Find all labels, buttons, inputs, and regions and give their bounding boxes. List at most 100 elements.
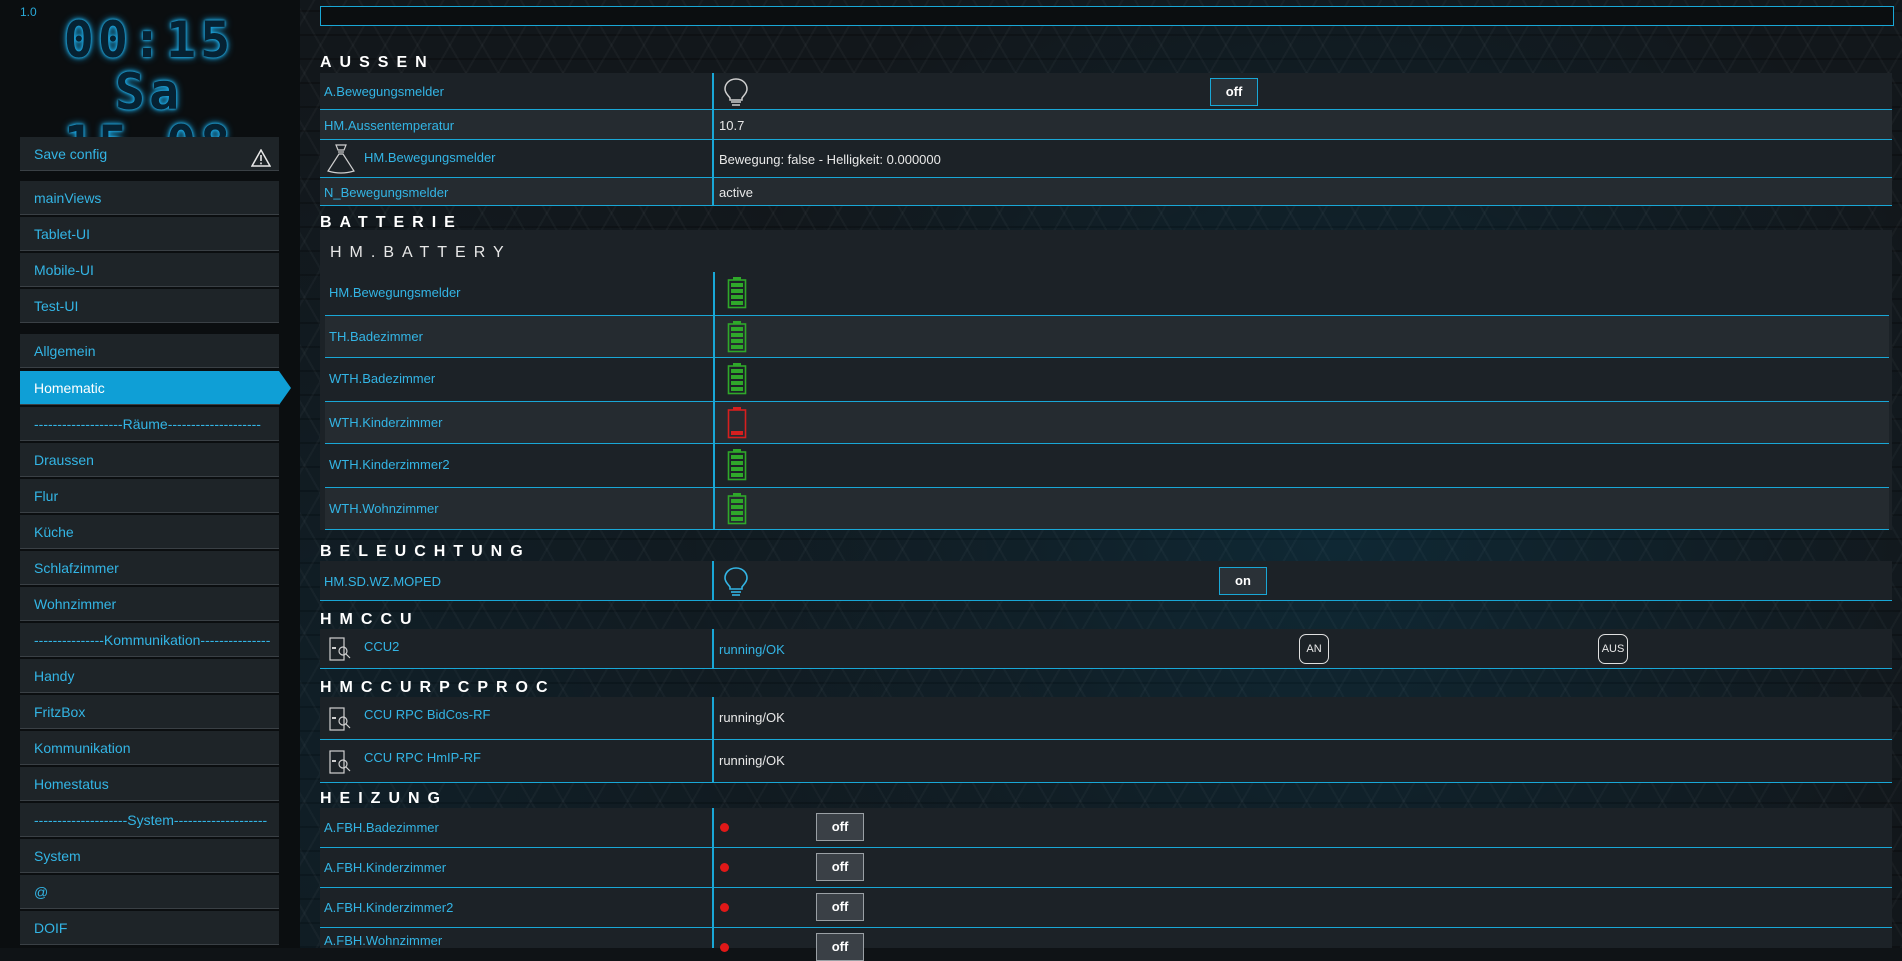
sidebar-item-test-ui[interactable]: Test-UI bbox=[20, 289, 279, 323]
sidebar-item-homestatus[interactable]: Homestatus bbox=[20, 767, 279, 801]
section-title-beleuchtung: BELEUCHTUNG bbox=[320, 543, 531, 560]
device-name[interactable]: N_Bewegungsmelder bbox=[324, 185, 448, 200]
status-dot-icon bbox=[720, 823, 729, 832]
sidebar-item-label: mainViews bbox=[34, 190, 102, 206]
device-name[interactable]: WTH.Wohnzimmer bbox=[329, 501, 439, 516]
sidebar-item-system[interactable]: System bbox=[20, 839, 279, 873]
column-separator bbox=[712, 808, 714, 847]
column-separator bbox=[712, 629, 714, 668]
sidebar-item-label: Wohnzimmer bbox=[34, 596, 117, 612]
column-separator bbox=[712, 888, 714, 927]
sidebar-item-label: Handy bbox=[34, 668, 75, 684]
sidebar-item-kommunikation[interactable]: Kommunikation bbox=[20, 731, 279, 765]
off-button[interactable]: off bbox=[816, 893, 864, 921]
sidebar-item-label: @ bbox=[34, 884, 49, 900]
sidebar-item-label: ---------------Kommunikation------------… bbox=[34, 632, 271, 648]
sidebar-item-tablet-ui[interactable]: Tablet-UI bbox=[20, 217, 279, 251]
off-button[interactable]: off bbox=[816, 853, 864, 881]
ccu-device-icon bbox=[329, 750, 351, 774]
table-row: A.FBH.Badezimmer off bbox=[320, 808, 1892, 848]
sidebar-item-allgemein[interactable]: Allgemein bbox=[20, 334, 279, 368]
device-name[interactable]: HM.Aussentemperatur bbox=[324, 118, 454, 133]
sidebar-item-draussen[interactable]: Draussen bbox=[20, 443, 279, 477]
column-separator bbox=[712, 697, 714, 739]
sidebar-item-at[interactable]: @ bbox=[20, 875, 279, 909]
sidebar-item-label: System bbox=[34, 848, 81, 864]
device-name[interactable]: A.FBH.Wohnzimmer bbox=[324, 933, 442, 948]
an-button[interactable]: AN bbox=[1299, 634, 1329, 664]
battery-row: WTH.Kinderzimmer bbox=[325, 401, 1889, 444]
sidebar-divider-system[interactable]: --------------------System--------------… bbox=[20, 803, 279, 837]
device-name[interactable]: A.FBH.Badezimmer bbox=[324, 820, 439, 835]
device-status: running/OK bbox=[719, 753, 785, 768]
device-value: 10.7 bbox=[719, 118, 745, 133]
device-name[interactable]: HM.Bewegungsmelder bbox=[364, 150, 496, 165]
column-separator bbox=[713, 444, 715, 487]
table-row: CCU RPC BidCos-RF running/OK bbox=[320, 697, 1892, 740]
save-config-button[interactable]: Save config bbox=[20, 137, 279, 171]
column-separator bbox=[713, 402, 715, 443]
sidebar-item-mainviews[interactable]: mainViews bbox=[20, 181, 279, 215]
off-button[interactable]: off bbox=[1210, 78, 1258, 106]
table-row: A.FBH.Kinderzimmer off bbox=[320, 848, 1892, 888]
device-name[interactable]: TH.Badezimmer bbox=[329, 329, 423, 344]
device-status: running/OK bbox=[719, 710, 785, 725]
column-separator bbox=[712, 740, 714, 782]
column-separator bbox=[712, 561, 714, 600]
off-button[interactable]: off bbox=[816, 813, 864, 841]
sidebar-item-schlafzimmer[interactable]: Schlafzimmer bbox=[20, 551, 279, 585]
aus-button[interactable]: AUS bbox=[1598, 634, 1628, 664]
sidebar-item-fritzbox[interactable]: FritzBox bbox=[20, 695, 279, 729]
bulb-off-icon bbox=[724, 78, 748, 106]
device-name[interactable]: CCU RPC BidCos-RF bbox=[364, 707, 490, 722]
table-row: HM.SD.WZ.MOPED on bbox=[320, 561, 1892, 601]
column-separator bbox=[712, 110, 714, 139]
table-row: A.Bewegungsmelder off bbox=[320, 73, 1892, 110]
column-separator bbox=[712, 178, 714, 205]
column-separator bbox=[712, 73, 714, 109]
command-input[interactable] bbox=[320, 6, 1894, 26]
sidebar-item-mobile-ui[interactable]: Mobile-UI bbox=[20, 253, 279, 287]
battery-full-icon bbox=[727, 449, 747, 481]
sidebar: 1.0 00:15 Sa 15.08 Save config mainViews… bbox=[0, 0, 300, 948]
sidebar-item-doif[interactable]: DOIF bbox=[20, 911, 279, 945]
sidebar-divider-raeume[interactable]: -------------------Räume----------------… bbox=[20, 407, 279, 441]
sidebar-item-handy[interactable]: Handy bbox=[20, 659, 279, 693]
device-name[interactable]: A.Bewegungsmelder bbox=[324, 84, 444, 99]
column-separator bbox=[712, 848, 714, 887]
column-separator bbox=[712, 140, 714, 177]
sidebar-item-label: Flur bbox=[34, 488, 59, 504]
battery-full-icon bbox=[727, 363, 747, 395]
device-value: active bbox=[719, 185, 753, 200]
device-name[interactable]: WTH.Badezimmer bbox=[329, 371, 435, 386]
sidebar-item-label: Homestatus bbox=[34, 776, 109, 792]
battery-row: WTH.Wohnzimmer bbox=[325, 487, 1889, 530]
sidebar-item-flur[interactable]: Flur bbox=[20, 479, 279, 513]
sidebar-item-homematic[interactable]: Homematic bbox=[20, 371, 291, 405]
sidebar-item-kueche[interactable]: Küche bbox=[20, 515, 279, 549]
battery-row: WTH.Badezimmer bbox=[325, 358, 1889, 401]
device-name[interactable]: CCU2 bbox=[364, 639, 399, 654]
off-button[interactable]: off bbox=[816, 933, 864, 961]
sidebar-item-wohnzimmer[interactable]: Wohnzimmer bbox=[20, 587, 279, 621]
sidebar-item-label: Kommunikation bbox=[34, 740, 131, 756]
section-title-hmccu: HMCCU bbox=[320, 611, 420, 628]
column-separator bbox=[713, 488, 715, 529]
sidebar-item-label: Draussen bbox=[34, 452, 94, 468]
section-title-hmccurpcproc: HMCCURPCPROC bbox=[320, 679, 556, 696]
sidebar-item-label: Küche bbox=[34, 524, 74, 540]
clock-time: 00:15 bbox=[63, 11, 235, 69]
on-button[interactable]: on bbox=[1219, 567, 1267, 595]
device-name[interactable]: CCU RPC HmIP-RF bbox=[364, 750, 481, 765]
device-name[interactable]: WTH.Kinderzimmer bbox=[329, 415, 442, 430]
sidebar-divider-kommunikation[interactable]: ---------------Kommunikation------------… bbox=[20, 623, 279, 657]
device-name[interactable]: A.FBH.Kinderzimmer bbox=[324, 860, 446, 875]
battery-row: HM.Bewegungsmelder bbox=[325, 272, 1889, 315]
device-name[interactable]: A.FBH.Kinderzimmer2 bbox=[324, 900, 453, 915]
device-name[interactable]: HM.Bewegungsmelder bbox=[329, 285, 461, 300]
status-dot-icon bbox=[720, 903, 729, 912]
device-name[interactable]: WTH.Kinderzimmer2 bbox=[329, 457, 450, 472]
device-name[interactable]: HM.SD.WZ.MOPED bbox=[324, 574, 441, 589]
device-value: Bewegung: false - Helligkeit: 0.000000 bbox=[719, 152, 941, 167]
column-separator bbox=[712, 928, 714, 948]
